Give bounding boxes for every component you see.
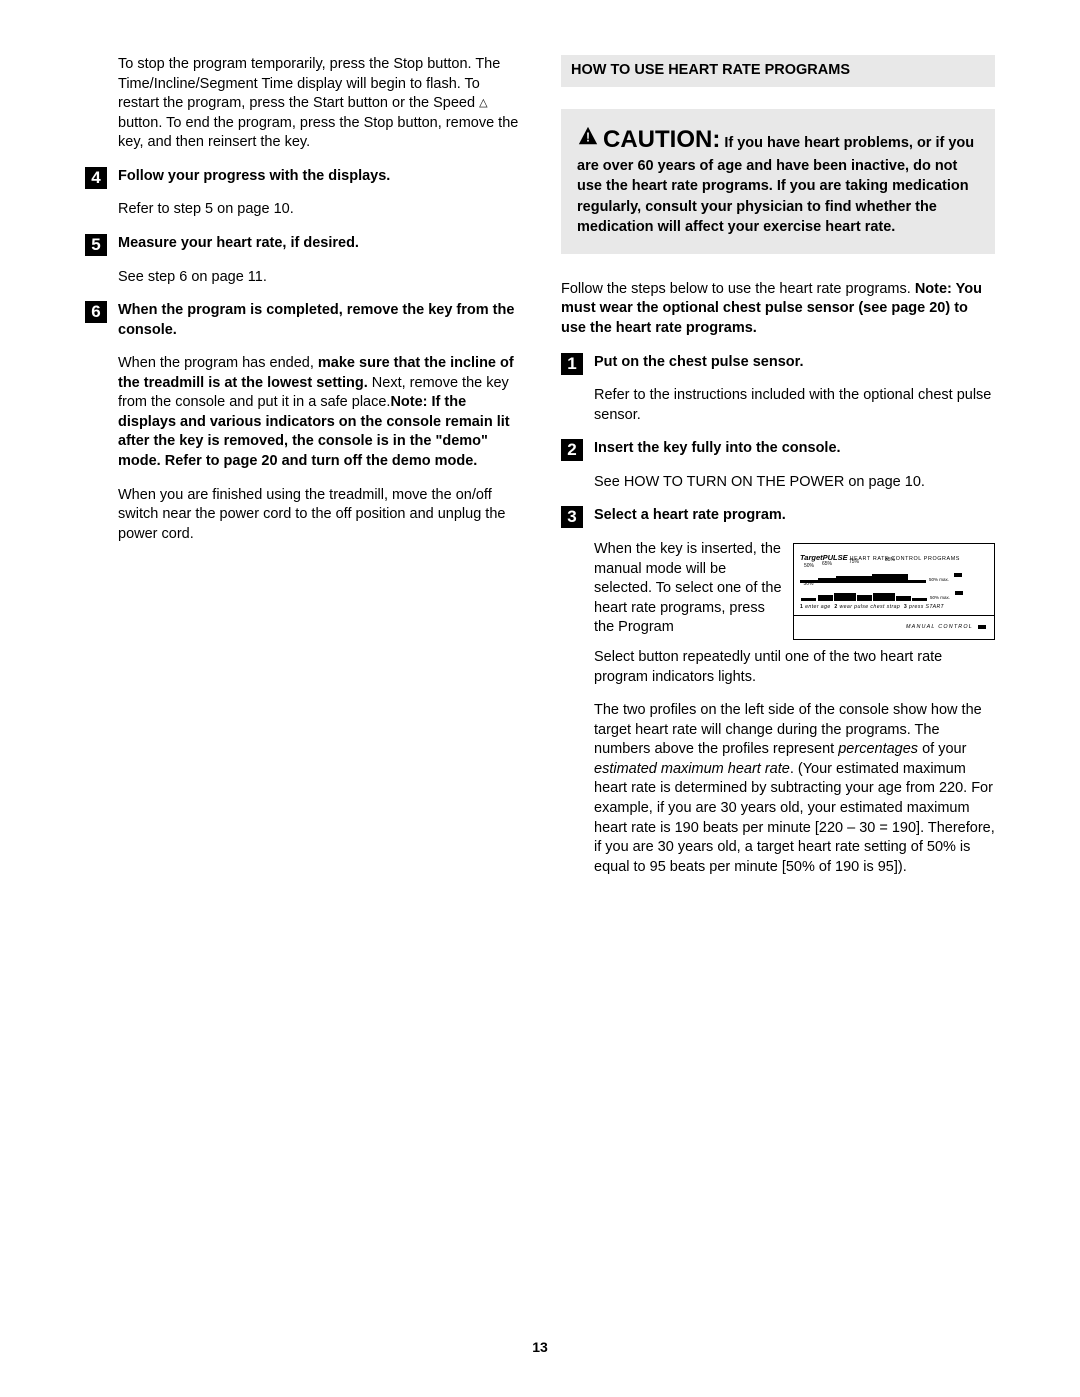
text-fragment: When the key is inserted, the manual mod… [594,541,782,635]
step-title: Put on the chest pulse sensor. [594,353,995,373]
profile-bar [818,595,833,601]
step-1: 1 Put on the chest pulse sensor. Refer t… [561,353,995,426]
caution-box: ! CAUTION: If you have heart problems, o… [561,109,995,254]
indicator-led [955,591,963,595]
pct-label: 65% [819,561,836,568]
caution-title: CAUTION: [603,126,720,153]
pct-label: 80% [837,576,854,583]
svg-text:!: ! [586,129,590,144]
left-intro-paragraph: To stop the program temporarily, press t… [85,55,519,153]
caution-text: ! CAUTION: If you have heart problems, o… [577,135,974,236]
text-fragment: . (Your estimated maximum heart rate is … [594,761,995,875]
text-fragment-italic: percentages [838,741,918,757]
text-fragment: Follow the steps below to use the heart … [561,281,915,297]
indicator-led [978,625,986,629]
step-number-box: 3 [561,506,583,528]
step-title: Measure your heart rate, if desired. [118,234,519,254]
step-body: When you are finished using the treadmil… [118,486,519,545]
step-body: The two profiles on the left side of the… [594,701,995,877]
left-column: To stop the program temporarily, press t… [85,55,519,891]
instr-text: enter age [805,604,831,610]
console-bottom-panel: MANUAL CONTROL [794,616,994,639]
step-title: Follow your progress with the displays. [118,167,519,187]
console-diagram: TargetPULSE HEART RATE CONTROL PROGRAMS … [793,543,995,640]
max-label: 50% max. [929,577,949,583]
step-body: When the program has ended, make sure th… [118,354,519,471]
step3-wrap-paragraph: TargetPULSE HEART RATE CONTROL PROGRAMS … [594,540,995,687]
console-subtitle: HEART RATE CONTROL PROGRAMS [850,556,960,562]
text-fragment: Select button repeatedly until one of th… [594,649,942,685]
max-label: 50% max. [930,595,950,601]
step-number-box: 2 [561,439,583,461]
profile-bar [834,593,856,601]
step-number-box: 5 [85,234,107,256]
instr-text: press START [909,604,944,610]
step-title: Select a heart rate program. [594,506,995,526]
instr-num: 1 [800,604,803,610]
step-body: Refer to step 5 on page 10. [118,200,519,220]
pct-label: 50% [800,581,817,588]
step-3: 3 Select a heart rate program. TargetPUL… [561,506,995,877]
step-body: See HOW TO TURN ON THE POWER on page 10. [594,473,995,493]
manual-page: To stop the program temporarily, press t… [0,0,1080,1397]
step-body: See step 6 on page 11. [118,268,519,288]
step-number-box: 1 [561,353,583,375]
step-title: Insert the key fully into the console. [594,439,995,459]
text-fragment: of your [918,741,966,757]
pct-label: 75% [846,559,863,566]
pct-label: 71% [817,578,834,585]
step-number-box: 4 [85,167,107,189]
page-number: 13 [0,1338,1080,1357]
pct-label: 71% [856,578,873,585]
profile-row-2: 50% 71% 80% 71% 80% 68% 50% max. [800,586,988,601]
indicator-led [954,573,962,577]
manual-control-label: MANUAL CONTROL [906,624,973,631]
step-4: 4 Follow your progress with the displays… [85,167,519,220]
instr-num: 3 [904,604,907,610]
pct-label: 50% [801,563,818,570]
section-header: HOW TO USE HEART RATE PROGRAMS [561,55,995,87]
right-intro-paragraph: Follow the steps below to use the heart … [561,280,995,339]
warning-triangle-icon: ! [577,125,599,147]
text-fragment: When the program has ended, [118,355,318,371]
step-title: When the program is completed, remove th… [118,301,519,340]
profile-bar [857,595,872,601]
two-column-layout: To stop the program temporarily, press t… [85,55,995,891]
console-instructions: 1 enter age 2 wear pulse chest strap 3 p… [800,604,988,611]
profile-bar [896,596,911,601]
pct-label: 80% [876,576,893,583]
step-body: Refer to the instructions included with … [594,386,995,425]
profile-bar [912,598,927,601]
instr-text: wear pulse chest strap [840,604,901,610]
triangle-up-icon: △ [479,96,487,111]
pct-label: 68% [895,579,912,586]
right-column: HOW TO USE HEART RATE PROGRAMS ! CAUTION… [561,55,995,891]
step-2: 2 Insert the key fully into the console.… [561,439,995,492]
step-number-box: 6 [85,301,107,323]
step-6: 6 When the program is completed, remove … [85,301,519,544]
profile-bar [801,598,816,601]
console-top-panel: TargetPULSE HEART RATE CONTROL PROGRAMS … [794,544,994,616]
pct-label: 85% [882,557,899,564]
profile-bar [873,593,895,601]
step-5: 5 Measure your heart rate, if desired. S… [85,234,519,287]
text-fragment-italic: estimated maximum heart rate [594,761,790,777]
instr-num: 2 [834,604,837,610]
